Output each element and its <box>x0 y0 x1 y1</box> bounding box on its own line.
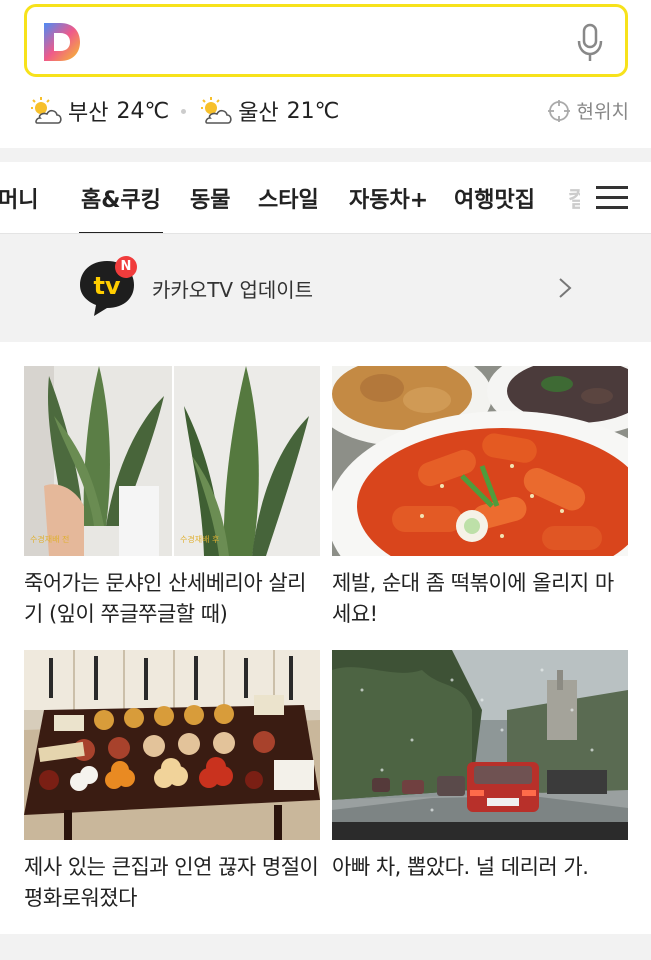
tab-animals[interactable]: 동물 <box>190 182 230 214</box>
article-grid: 수경재배 전 수경재배 후 죽어가는 문샤인 산세베리아 살리기 (잎이 쭈글쭈… <box>0 342 651 934</box>
article-card[interactable]: 제발, 순대 좀 떡볶이에 올리지 마세요! <box>332 366 628 630</box>
article-card[interactable]: 수경재배 전 수경재배 후 죽어가는 문샤인 산세베리아 살리기 (잎이 쭈글쭈… <box>24 366 320 630</box>
svg-text:수경재배 전: 수경재배 전 <box>30 534 69 544</box>
article-thumbnail: 수경재배 전 수경재배 후 <box>24 366 320 556</box>
new-badge: N <box>115 256 137 278</box>
microphone-icon[interactable] <box>575 23 605 63</box>
article-title: 죽어가는 문샤인 산세베리아 살리기 (잎이 쭈글쭈글할 때) <box>24 571 307 626</box>
article-thumbnail <box>332 650 628 840</box>
weather-temp: 24℃ <box>116 98 170 124</box>
current-location-label: 현위치 <box>576 101 629 123</box>
weather-temp: 21℃ <box>286 98 340 124</box>
menu-button[interactable] <box>580 162 651 233</box>
article-thumbnail <box>332 366 628 556</box>
article-card[interactable]: 제사 있는 큰집과 인연 끊자 명절이 평화로워졌다 <box>24 650 320 914</box>
tab-cars[interactable]: 자동차+ <box>349 182 428 214</box>
search-bar[interactable] <box>24 4 628 77</box>
tab-money[interactable]: 머니 <box>0 182 38 214</box>
kakaotv-banner[interactable]: tv N 카카오TV 업데이트 <box>0 234 651 342</box>
svg-text:tv: tv <box>93 272 120 300</box>
article-title: 제발, 순대 좀 떡볶이에 올리지 마세요! <box>332 571 614 626</box>
menu-icon <box>596 186 628 189</box>
banner-title: 카카오TV 업데이트 <box>152 278 314 302</box>
tab-style[interactable]: 스타일 <box>258 182 319 214</box>
article-title: 아빠 차, 뽑았다. 널 데리러 가. <box>332 855 589 879</box>
separator-dot <box>181 108 187 114</box>
weather-city: 부산 <box>68 101 109 126</box>
article-title: 제사 있는 큰집과 인연 끊자 명절이 평화로워졌다 <box>24 855 319 910</box>
location-target-icon <box>547 99 570 122</box>
tab-home-cooking[interactable]: 홈&쿠킹 <box>79 182 163 233</box>
category-tabs: 머니 홈&쿠킹 동물 스타일 자동차+ 여행맛집 컬 <box>0 162 651 234</box>
article-thumbnail <box>24 650 320 840</box>
svg-text:수경재배 후: 수경재배 후 <box>180 534 219 544</box>
daum-logo-icon[interactable] <box>42 21 82 63</box>
chevron-right-icon <box>559 278 572 298</box>
header: 부산 24℃ 울산 21℃ 현위치 <box>0 0 651 148</box>
weather-city: 울산 <box>238 101 279 126</box>
weather-bar[interactable]: 부산 24℃ 울산 21℃ <box>28 94 339 128</box>
current-location-button[interactable]: 현위치 <box>547 97 629 124</box>
partly-cloudy-icon <box>201 97 232 124</box>
tab-travel-food[interactable]: 여행맛집 <box>454 182 535 214</box>
partly-cloudy-icon <box>31 97 62 124</box>
article-card[interactable]: 아빠 차, 뽑았다. 널 데리러 가. <box>332 650 628 883</box>
